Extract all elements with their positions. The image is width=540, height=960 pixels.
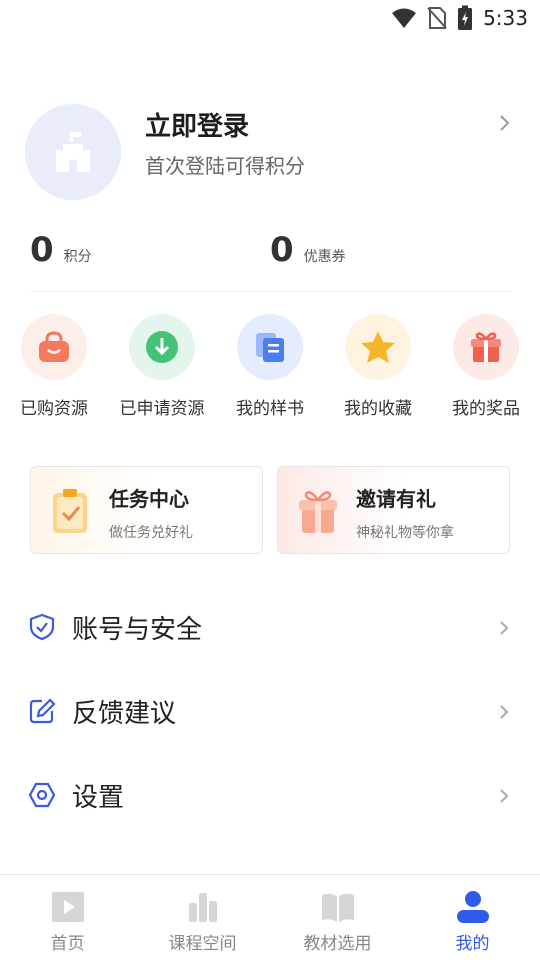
no-sim-icon [427,7,447,29]
nav-label: 我的 [455,934,490,954]
points-value: 0 [30,230,54,270]
shortcut-circle [345,314,411,380]
menu-account-security[interactable]: 账号与安全 [0,597,540,657]
play-icon [51,892,84,922]
shield-icon [29,613,55,641]
shortcut-circle [453,314,519,380]
shortcut-label: 已购资源 [20,399,88,419]
shortcut-label: 已申请资源 [119,399,205,419]
login-subtitle: 首次登陆可得积分 [145,154,305,178]
menu-label: 设置 [72,783,125,813]
status-time: 5:33 [483,6,528,30]
edit-icon [29,698,56,724]
coupon-value: 0 [270,230,294,270]
nav-course-space[interactable]: 课程空间 [135,875,270,960]
shortcut-applied[interactable]: 已申请资源 [108,314,216,419]
card-title: 邀请有礼 [356,487,436,511]
login-title[interactable]: 立即登录 [145,106,249,143]
open-book-icon [321,893,354,922]
bottom-nav: 首页 课程空间 教材选用 我的 [0,874,540,960]
battery-charging-icon [458,5,473,30]
nav-label: 首页 [50,934,85,954]
star-icon [361,331,395,363]
wifi-icon [392,8,417,28]
task-center-card[interactable]: 任务中心 做任务兑好礼 [30,466,263,554]
shortcut-circle [237,314,303,380]
chevron-right-icon [500,705,509,719]
shortcut-label: 我的收藏 [344,399,412,419]
chevron-right-icon [500,621,509,635]
shortcut-favorites[interactable]: 我的收藏 [324,314,432,419]
card-title: 任务中心 [109,487,189,511]
status-bar: 5:33 [0,0,540,36]
card-subtitle: 做任务兑好礼 [109,525,193,541]
chevron-right-icon[interactable] [497,113,511,133]
points-stat[interactable]: 0 积分 [30,230,92,270]
nav-mine[interactable]: 我的 [405,875,540,960]
book-icon [256,333,284,362]
nav-textbook[interactable]: 教材选用 [270,875,405,960]
shopping-bag-icon [39,331,69,362]
nav-label: 课程空间 [168,934,237,954]
settings-icon [28,782,56,808]
chevron-right-icon [500,789,509,803]
menu-settings[interactable]: 设置 [0,765,540,825]
building-icon [56,132,90,172]
shortcut-label: 我的样书 [236,399,304,419]
nav-label: 教材选用 [303,934,372,954]
person-icon [456,891,489,923]
gift-icon [471,332,501,362]
menu-label: 反馈建议 [72,699,177,729]
clipboard-icon [53,489,87,533]
shortcut-samples[interactable]: 我的样书 [216,314,324,419]
shortcut-circle [21,314,87,380]
menu-label: 账号与安全 [72,615,203,645]
invite-card[interactable]: 邀请有礼 神秘礼物等你拿 [277,466,510,554]
status-icons: 5:33 [391,4,528,32]
card-subtitle: 神秘礼物等你拿 [356,525,454,541]
coupon-stat[interactable]: 0 优惠券 [270,230,346,270]
divider [30,291,510,292]
shortcut-purchased[interactable]: 已购资源 [0,314,108,419]
nav-home[interactable]: 首页 [0,875,135,960]
shortcut-label: 我的奖品 [452,399,520,419]
coupon-label: 优惠券 [303,249,346,265]
shortcut-circle [129,314,195,380]
shortcut-prizes[interactable]: 我的奖品 [432,314,540,419]
points-label: 积分 [63,249,92,265]
chart-bars-icon [188,893,217,922]
download-icon [146,331,178,363]
gift-box-icon [299,491,337,533]
avatar[interactable] [25,104,121,200]
menu-feedback[interactable]: 反馈建议 [0,681,540,741]
